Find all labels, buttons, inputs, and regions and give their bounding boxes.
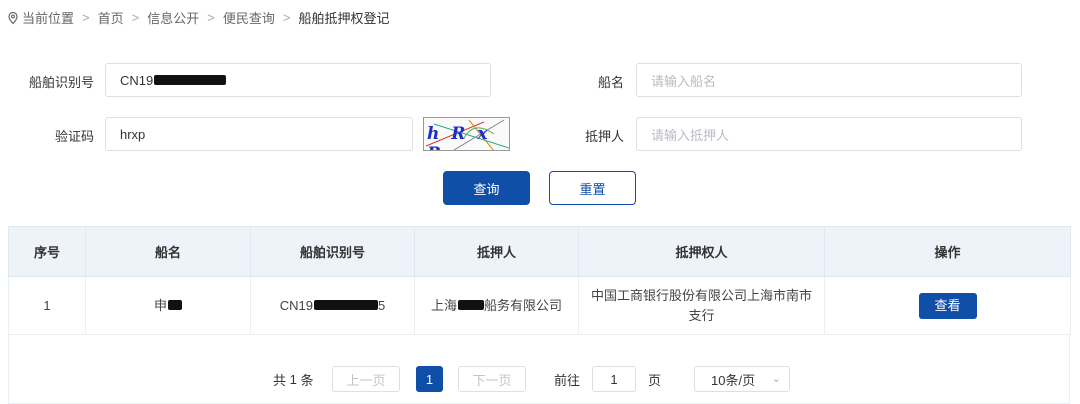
col-header-ship-id: 船舶识别号 <box>250 226 415 277</box>
cell-mortgagee: 中国工商银行股份有限公司上海市南市支行 <box>578 276 825 335</box>
col-header-action: 操作 <box>824 226 1071 277</box>
captcha-image[interactable]: h R x P <box>423 117 510 151</box>
results-table: 序号 船名 船舶识别号 抵押人 抵押权人 操作 1 申 CN19 5 上海 船务有限… <box>8 226 1071 335</box>
total-prefix: 共 <box>273 372 287 388</box>
breadcrumb-home-link[interactable]: 首页 <box>98 8 124 27</box>
location-pin-icon <box>8 11 18 24</box>
breadcrumb-separator-icon: > <box>207 10 215 25</box>
breadcrumb-separator-icon: > <box>82 10 90 25</box>
ship-name-placeholder: 请输入船名 <box>651 73 717 89</box>
captcha-label: 验证码 <box>54 129 94 144</box>
breadcrumb-location-label: 当前位置 <box>22 11 75 26</box>
breadcrumb: 当前位置 > 首页 > 信息公开 > 便民查询 > 船舶抵押权登记 <box>6 8 389 27</box>
goto-label: 前往 <box>554 372 581 388</box>
pagination: 共 1 条 上一页 1 下一页 前往 1 页 10条/页 ⌄ <box>0 366 1080 392</box>
mortgagor-text: 上海 <box>430 297 457 313</box>
col-header-mortgagor: 抵押人 <box>414 226 579 277</box>
goto-page-input[interactable]: 1 <box>592 366 636 392</box>
captcha-input[interactable]: hrxp <box>105 117 413 151</box>
page-1-button[interactable]: 1 <box>416 366 443 392</box>
mortgagor-label: 抵押人 <box>584 129 624 144</box>
redaction-mark <box>154 75 227 85</box>
breadcrumb-current: 船舶抵押权登记 <box>298 11 390 26</box>
ship-id-input[interactable]: CN19 <box>105 63 491 97</box>
prev-page-button[interactable]: 上一页 <box>332 366 400 392</box>
ship-name-text: 申 <box>153 297 167 313</box>
breadcrumb-info-public-link[interactable]: 信息公开 <box>147 8 199 27</box>
cell-index: 1 <box>8 276 86 335</box>
ship-id-value: CN19 <box>120 72 154 88</box>
redaction-mark <box>168 299 182 310</box>
breadcrumb-convenience-link[interactable]: 便民查询 <box>223 8 275 27</box>
cell-mortgagor: 上海 船务有限公司 <box>414 276 579 335</box>
ship-id-text: CN19 <box>279 297 313 313</box>
pagination-total: 共 1 条 <box>273 366 314 392</box>
table-row: 1 申 CN19 5 上海 船务有限公司 中国工商银行股份有限公司上海市南市支行 查… <box>8 276 1071 335</box>
breadcrumb-separator-icon: > <box>282 10 291 25</box>
cell-ship-id: CN19 5 <box>250 276 415 335</box>
next-page-button[interactable]: 下一页 <box>458 366 526 392</box>
page-size-value: 10条/页 <box>711 372 756 388</box>
table-header-row: 序号 船名 船舶识别号 抵押人 抵押权人 操作 <box>8 226 1071 277</box>
redaction-mark <box>314 299 378 310</box>
chevron-down-icon: ⌄ <box>771 373 781 385</box>
mortgagor-input[interactable]: 请输入抵押人 <box>636 117 1022 151</box>
breadcrumb-separator-icon: > <box>131 10 140 25</box>
col-header-index: 序号 <box>8 226 86 277</box>
mortgagor-suffix: 船务有限公司 <box>484 297 563 313</box>
page-unit-label: 页 <box>648 372 662 388</box>
ship-name-label: 船名 <box>597 75 624 90</box>
cell-action: 查看 <box>824 276 1071 335</box>
page-size-select[interactable]: 10条/页 ⌄ <box>694 366 790 392</box>
total-count: 1 <box>289 371 297 387</box>
ship-name-input[interactable]: 请输入船名 <box>636 63 1022 97</box>
view-button[interactable]: 查看 <box>918 292 977 319</box>
captcha-text: h R x P <box>427 124 491 150</box>
search-button[interactable]: 查询 <box>443 171 530 205</box>
ship-id-label: 船舶识别号 <box>28 75 94 90</box>
reset-button[interactable]: 重置 <box>549 171 636 205</box>
captcha-value: hrxp <box>120 126 146 142</box>
total-suffix: 条 <box>300 372 314 388</box>
ship-id-suffix: 5 <box>378 297 386 313</box>
col-header-mortgagee: 抵押权人 <box>578 226 825 277</box>
cell-ship-name: 申 <box>85 276 251 335</box>
col-header-ship-name: 船名 <box>85 226 251 277</box>
mortgagor-placeholder: 请输入抵押人 <box>651 127 730 143</box>
redaction-mark <box>458 299 484 310</box>
